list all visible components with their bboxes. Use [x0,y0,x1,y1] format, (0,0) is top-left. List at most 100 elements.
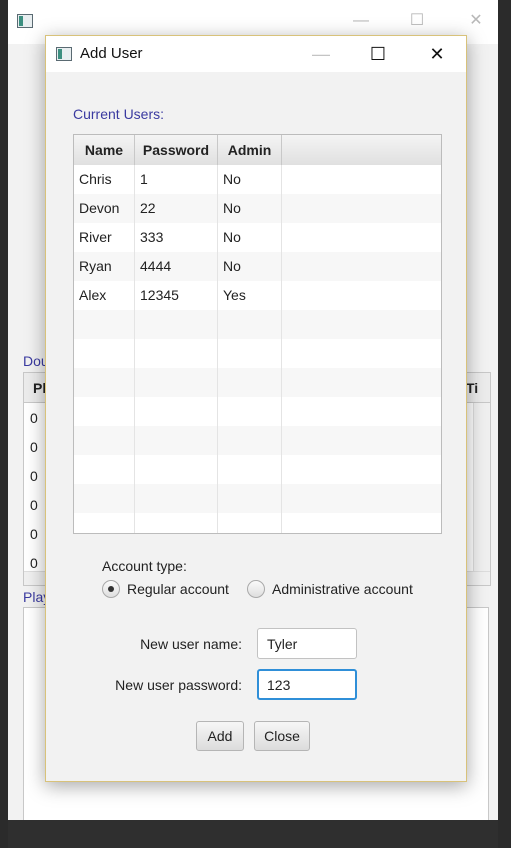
table-cell-admin [218,513,282,533]
table-cell-admin [218,455,282,484]
users-table-header: Name Password Admin [74,135,441,166]
table-cell-name [74,310,135,339]
table-cell-name [74,484,135,513]
table-row[interactable]: Chris 1 No [74,165,441,194]
table-cell-password: 4444 [135,252,218,281]
vertical-scrollbar[interactable] [473,403,490,573]
table-cell-password [135,368,218,397]
background-table-cell: 0 [30,497,38,513]
dialog-titlebar[interactable]: Add User — ☐ ✕ [46,36,466,72]
radio-selected-icon[interactable] [102,580,120,598]
table-cell-admin: No [218,252,282,281]
empty-table-row [74,368,441,397]
background-table-cell: 0 [30,468,38,484]
background-table-cell: 0 [30,439,38,455]
table-row[interactable]: Devon 22 No [74,194,441,223]
dialog-title: Add User [80,45,143,62]
table-cell-name: Chris [74,165,135,194]
table-cell-filler [282,339,441,368]
maximize-icon[interactable]: ☐ [404,10,430,32]
table-cell-admin [218,397,282,426]
close-button[interactable]: Close [254,721,310,751]
table-cell-filler [282,513,441,533]
maximize-icon[interactable]: ☐ [360,40,396,68]
table-cell-password [135,426,218,455]
password-label: New user password: [115,677,242,693]
table-cell-password [135,484,218,513]
table-cell-name [74,455,135,484]
empty-table-row [74,513,441,533]
table-cell-admin [218,310,282,339]
minimize-icon: — [312,44,330,64]
empty-table-row [74,397,441,426]
table-row[interactable]: River 333 No [74,223,441,252]
table-cell-admin [218,368,282,397]
table-cell-name: Devon [74,194,135,223]
table-cell-filler [282,281,441,310]
username-input[interactable] [257,628,357,659]
column-header-password[interactable]: Password [135,135,218,165]
app-icon [17,14,33,28]
table-cell-filler [282,223,441,252]
close-icon[interactable]: ✕ [419,40,455,68]
table-cell-password: 22 [135,194,218,223]
minimize-icon[interactable]: — [348,10,374,32]
users-table[interactable]: Name Password Admin Chris 1 No Devon 22 No Riv… [73,134,442,534]
table-cell-admin [218,484,282,513]
table-cell-name: Ryan [74,252,135,281]
administrative-account-label[interactable]: Administrative account [272,581,413,597]
table-cell-name [74,339,135,368]
close-icon[interactable]: ✕ [463,10,489,32]
username-label: New user name: [140,636,242,652]
table-cell-password [135,397,218,426]
table-cell-admin: Yes [218,281,282,310]
table-cell-name: Alex [74,281,135,310]
table-cell-password: 333 [135,223,218,252]
background-table-cell: 0 [30,410,38,426]
add-user-dialog: Add User — ☐ ✕ Current Users: Name Passw… [45,35,467,782]
column-header-admin[interactable]: Admin [218,135,282,165]
empty-table-row [74,426,441,455]
table-cell-password [135,339,218,368]
password-input[interactable] [257,669,357,700]
background-table-cell: 0 [30,526,38,542]
table-cell-admin [218,339,282,368]
background-table-header[interactable]: Ti [464,373,490,403]
empty-table-row [74,455,441,484]
table-cell-password: 1 [135,165,218,194]
app-icon [56,47,72,61]
table-cell-name [74,368,135,397]
regular-account-radio[interactable]: Regular account [102,578,229,600]
table-cell-filler [282,368,441,397]
table-cell-admin: No [218,223,282,252]
administrative-account-radio[interactable]: Administrative account [247,578,413,600]
table-cell-filler [282,165,441,194]
table-cell-password [135,455,218,484]
status-strip [8,820,498,848]
empty-table-row [74,484,441,513]
table-cell-name [74,426,135,455]
table-cell-admin [218,426,282,455]
radio-unselected-icon[interactable] [247,580,265,598]
table-cell-filler [282,310,441,339]
table-cell-filler [282,194,441,223]
table-cell-name: River [74,223,135,252]
account-type-label: Account type: [102,558,187,574]
table-cell-admin: No [218,194,282,223]
table-cell-password: 12345 [135,281,218,310]
table-cell-filler [282,252,441,281]
table-cell-password [135,310,218,339]
table-row[interactable]: Ryan 4444 No [74,252,441,281]
table-cell-filler [282,484,441,513]
table-cell-filler [282,455,441,484]
regular-account-label[interactable]: Regular account [127,581,229,597]
add-button[interactable]: Add [196,721,244,751]
table-cell-admin: No [218,165,282,194]
empty-table-row [74,310,441,339]
table-cell-filler [282,426,441,455]
table-cell-password [135,513,218,533]
empty-table-row [74,339,441,368]
column-header-name[interactable]: Name [74,135,135,165]
table-row[interactable]: Alex 12345 Yes [74,281,441,310]
table-cell-filler [282,397,441,426]
